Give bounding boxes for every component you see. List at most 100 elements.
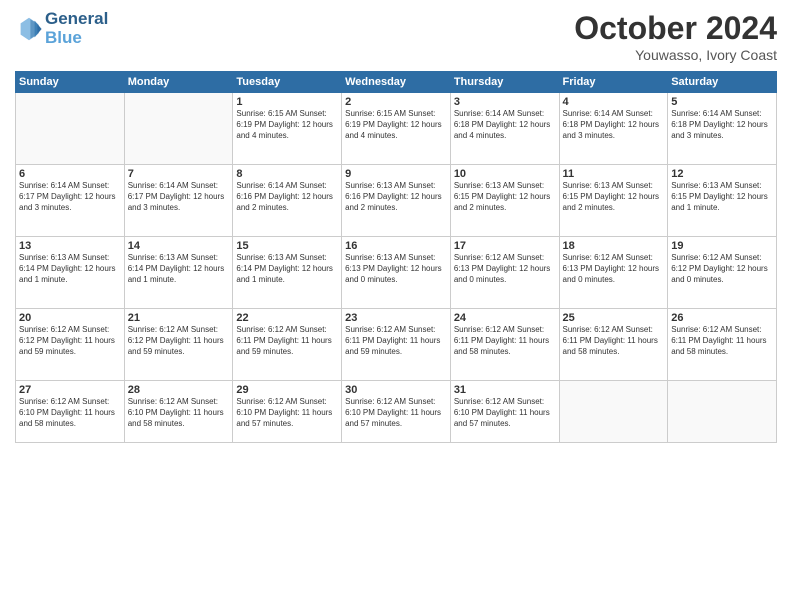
location-subtitle: Youwasso, Ivory Coast	[574, 47, 777, 63]
day-info: Sunrise: 6:13 AM Sunset: 6:15 PM Dayligh…	[563, 181, 665, 213]
day-number: 11	[563, 168, 665, 180]
day-info: Sunrise: 6:12 AM Sunset: 6:12 PM Dayligh…	[128, 325, 230, 357]
calendar-table: Sunday Monday Tuesday Wednesday Thursday…	[15, 71, 777, 443]
day-number: 13	[19, 240, 121, 252]
table-row: 10Sunrise: 6:13 AM Sunset: 6:15 PM Dayli…	[450, 165, 559, 237]
logo-icon	[15, 15, 43, 43]
table-row: 11Sunrise: 6:13 AM Sunset: 6:15 PM Dayli…	[559, 165, 668, 237]
day-number: 31	[454, 384, 556, 396]
table-row: 6Sunrise: 6:14 AM Sunset: 6:17 PM Daylig…	[16, 165, 125, 237]
day-info: Sunrise: 6:12 AM Sunset: 6:11 PM Dayligh…	[236, 325, 338, 357]
table-row: 26Sunrise: 6:12 AM Sunset: 6:11 PM Dayli…	[668, 309, 777, 381]
table-row: 17Sunrise: 6:12 AM Sunset: 6:13 PM Dayli…	[450, 237, 559, 309]
table-row: 28Sunrise: 6:12 AM Sunset: 6:10 PM Dayli…	[124, 381, 233, 443]
day-number: 17	[454, 240, 556, 252]
day-number: 4	[563, 96, 665, 108]
day-info: Sunrise: 6:14 AM Sunset: 6:16 PM Dayligh…	[236, 181, 338, 213]
day-info: Sunrise: 6:15 AM Sunset: 6:19 PM Dayligh…	[345, 109, 447, 141]
day-info: Sunrise: 6:13 AM Sunset: 6:16 PM Dayligh…	[345, 181, 447, 213]
table-row: 23Sunrise: 6:12 AM Sunset: 6:11 PM Dayli…	[342, 309, 451, 381]
table-row: 13Sunrise: 6:13 AM Sunset: 6:14 PM Dayli…	[16, 237, 125, 309]
day-number: 7	[128, 168, 230, 180]
day-number: 19	[671, 240, 773, 252]
day-number: 20	[19, 312, 121, 324]
col-saturday: Saturday	[668, 72, 777, 93]
calendar-week-row: 1 Sunrise: 6:15 AM Sunset: 6:19 PM Daylig…	[16, 93, 777, 165]
table-row: 5Sunrise: 6:14 AM Sunset: 6:18 PM Daylig…	[668, 93, 777, 165]
col-tuesday: Tuesday	[233, 72, 342, 93]
table-row: 14Sunrise: 6:13 AM Sunset: 6:14 PM Dayli…	[124, 237, 233, 309]
day-info: Sunrise: 6:12 AM Sunset: 6:10 PM Dayligh…	[345, 397, 447, 429]
day-info: Sunrise: 6:12 AM Sunset: 6:11 PM Dayligh…	[563, 325, 665, 357]
day-info: Sunrise: 6:13 AM Sunset: 6:13 PM Dayligh…	[345, 253, 447, 285]
day-number: 14	[128, 240, 230, 252]
col-friday: Friday	[559, 72, 668, 93]
day-info: Sunrise: 6:12 AM Sunset: 6:10 PM Dayligh…	[128, 397, 230, 429]
day-info: Sunrise: 6:14 AM Sunset: 6:17 PM Dayligh…	[128, 181, 230, 213]
day-info: Sunrise: 6:12 AM Sunset: 6:10 PM Dayligh…	[19, 397, 121, 429]
table-row: 2Sunrise: 6:15 AM Sunset: 6:19 PM Daylig…	[342, 93, 451, 165]
day-info: Sunrise: 6:12 AM Sunset: 6:11 PM Dayligh…	[454, 325, 556, 357]
table-row: 31Sunrise: 6:12 AM Sunset: 6:10 PM Dayli…	[450, 381, 559, 443]
table-row: 27Sunrise: 6:12 AM Sunset: 6:10 PM Dayli…	[16, 381, 125, 443]
table-row	[16, 93, 125, 165]
table-row: 1Sunrise: 6:15 AM Sunset: 6:19 PM Daylig…	[233, 93, 342, 165]
col-wednesday: Wednesday	[342, 72, 451, 93]
day-info: Sunrise: 6:13 AM Sunset: 6:14 PM Dayligh…	[19, 253, 121, 285]
table-row	[668, 381, 777, 443]
day-number: 1	[236, 96, 338, 108]
day-info: Sunrise: 6:12 AM Sunset: 6:11 PM Dayligh…	[345, 325, 447, 357]
table-row: 15Sunrise: 6:13 AM Sunset: 6:14 PM Dayli…	[233, 237, 342, 309]
table-row: 9Sunrise: 6:13 AM Sunset: 6:16 PM Daylig…	[342, 165, 451, 237]
day-number: 26	[671, 312, 773, 324]
page-header: General Blue October 2024 Youwasso, Ivor…	[15, 10, 777, 63]
day-info: Sunrise: 6:12 AM Sunset: 6:13 PM Dayligh…	[454, 253, 556, 285]
table-row: 29Sunrise: 6:12 AM Sunset: 6:10 PM Dayli…	[233, 381, 342, 443]
col-thursday: Thursday	[450, 72, 559, 93]
day-info: Sunrise: 6:14 AM Sunset: 6:18 PM Dayligh…	[454, 109, 556, 141]
day-number: 25	[563, 312, 665, 324]
calendar-week-row: 20Sunrise: 6:12 AM Sunset: 6:12 PM Dayli…	[16, 309, 777, 381]
table-row: 12Sunrise: 6:13 AM Sunset: 6:15 PM Dayli…	[668, 165, 777, 237]
day-number: 15	[236, 240, 338, 252]
day-info: Sunrise: 6:13 AM Sunset: 6:14 PM Dayligh…	[236, 253, 338, 285]
day-info: Sunrise: 6:12 AM Sunset: 6:12 PM Dayligh…	[19, 325, 121, 357]
day-info: Sunrise: 6:13 AM Sunset: 6:15 PM Dayligh…	[454, 181, 556, 213]
day-number: 28	[128, 384, 230, 396]
table-row: 30Sunrise: 6:12 AM Sunset: 6:10 PM Dayli…	[342, 381, 451, 443]
calendar-week-row: 13Sunrise: 6:13 AM Sunset: 6:14 PM Dayli…	[16, 237, 777, 309]
logo-line2: Blue	[45, 29, 108, 48]
day-number: 22	[236, 312, 338, 324]
table-row: 3Sunrise: 6:14 AM Sunset: 6:18 PM Daylig…	[450, 93, 559, 165]
day-number: 21	[128, 312, 230, 324]
table-row: 7Sunrise: 6:14 AM Sunset: 6:17 PM Daylig…	[124, 165, 233, 237]
day-number: 2	[345, 96, 447, 108]
day-info: Sunrise: 6:13 AM Sunset: 6:15 PM Dayligh…	[671, 181, 773, 213]
day-info: Sunrise: 6:12 AM Sunset: 6:12 PM Dayligh…	[671, 253, 773, 285]
table-row: 16Sunrise: 6:13 AM Sunset: 6:13 PM Dayli…	[342, 237, 451, 309]
table-row: 24Sunrise: 6:12 AM Sunset: 6:11 PM Dayli…	[450, 309, 559, 381]
calendar-week-row: 27Sunrise: 6:12 AM Sunset: 6:10 PM Dayli…	[16, 381, 777, 443]
table-row: 19Sunrise: 6:12 AM Sunset: 6:12 PM Dayli…	[668, 237, 777, 309]
day-number: 24	[454, 312, 556, 324]
day-number: 9	[345, 168, 447, 180]
table-row: 25Sunrise: 6:12 AM Sunset: 6:11 PM Dayli…	[559, 309, 668, 381]
day-number: 6	[19, 168, 121, 180]
day-info: Sunrise: 6:13 AM Sunset: 6:14 PM Dayligh…	[128, 253, 230, 285]
day-info: Sunrise: 6:14 AM Sunset: 6:18 PM Dayligh…	[671, 109, 773, 141]
day-info: Sunrise: 6:14 AM Sunset: 6:18 PM Dayligh…	[563, 109, 665, 141]
day-number: 16	[345, 240, 447, 252]
day-number: 10	[454, 168, 556, 180]
table-row: 20Sunrise: 6:12 AM Sunset: 6:12 PM Dayli…	[16, 309, 125, 381]
day-info: Sunrise: 6:12 AM Sunset: 6:10 PM Dayligh…	[454, 397, 556, 429]
calendar-week-row: 6 Sunrise: 6:14 AM Sunset: 6:17 PM Daylig…	[16, 165, 777, 237]
day-number: 18	[563, 240, 665, 252]
day-number: 29	[236, 384, 338, 396]
day-number: 3	[454, 96, 556, 108]
month-title: October 2024	[574, 10, 777, 47]
table-row	[124, 93, 233, 165]
day-number: 12	[671, 168, 773, 180]
logo: General Blue	[15, 10, 108, 47]
table-row: 4Sunrise: 6:14 AM Sunset: 6:18 PM Daylig…	[559, 93, 668, 165]
day-info: Sunrise: 6:12 AM Sunset: 6:10 PM Dayligh…	[236, 397, 338, 429]
